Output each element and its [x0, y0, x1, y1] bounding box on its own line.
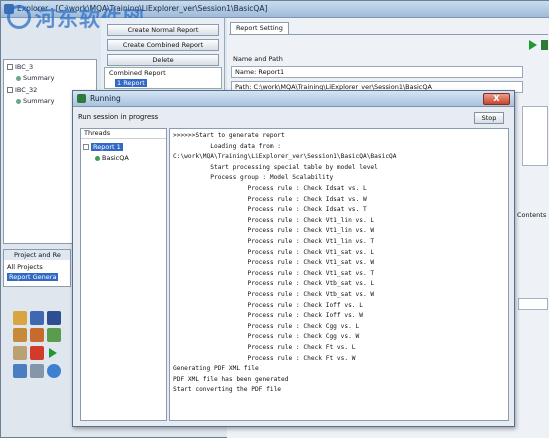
- log-line: Process rule : Check Idsat vs. L: [173, 185, 367, 192]
- run-status-text: Run session in progress: [78, 113, 159, 121]
- log-line: Loading data from :: [173, 142, 282, 150]
- close-button[interactable]: X: [483, 93, 510, 105]
- tree-item-summary[interactable]: Summary: [16, 97, 54, 107]
- report-node-selected[interactable]: 1 Report: [115, 79, 147, 87]
- edit-icon[interactable]: [13, 346, 27, 360]
- log-line: Process rule : Check Cgg vs. L: [173, 322, 360, 330]
- report-generate-item[interactable]: Report Genera: [7, 273, 59, 281]
- all-projects-item[interactable]: All Projects: [7, 263, 43, 271]
- log-line: Process rule : Check Vtb_sat vs. W: [173, 291, 375, 298]
- log-line: Process rule : Check Ioff vs. L: [173, 301, 364, 309]
- log-line: Process rule : Check Vt1_lin vs. W: [173, 227, 375, 235]
- log-line: Process rule : Check Vt1_lin vs. T: [173, 238, 375, 245]
- settings-icon[interactable]: [30, 364, 44, 378]
- dialog-title: Running: [90, 94, 121, 103]
- main-title-bar: Explorer - [C:\work\MQA\Training\LiExplo…: [1, 1, 549, 18]
- log-line: Start converting the PDF file: [173, 386, 282, 394]
- log-line: C:\work\MQA\Training\LiExplorer_ver\Sess…: [173, 153, 397, 161]
- report-name-field[interactable]: Name: Report1: [231, 66, 523, 78]
- log-line: Process rule : Check Ft vs. W: [173, 354, 356, 362]
- log-line: Generating PDF XML file: [173, 365, 259, 373]
- tree-item-summary[interactable]: Summary: [16, 74, 54, 84]
- combined-report-node[interactable]: Combined Report: [109, 69, 166, 77]
- log-output[interactable]: >>>>>>Start to generate report Loading d…: [169, 128, 509, 421]
- log-line: Process group : Model Scalability: [173, 174, 334, 182]
- log-line: Process rule : Check Idsat vs. W: [173, 195, 367, 203]
- side-field[interactable]: [518, 298, 548, 310]
- save-icon[interactable]: [30, 311, 44, 325]
- thread-node-icon: [95, 155, 100, 161]
- cut-icon[interactable]: [13, 328, 27, 342]
- project-panel-header: Project and Re: [4, 250, 70, 260]
- add-icon[interactable]: [47, 328, 61, 342]
- side-label: Contents: [517, 211, 547, 219]
- threads-panel: Threads Report 1 BasicQA: [80, 128, 167, 421]
- node-icon: [16, 98, 21, 104]
- combined-report-list[interactable]: Combined Report 1 Report: [104, 67, 222, 89]
- stop-button[interactable]: Stop: [474, 112, 504, 124]
- threads-header: Threads: [81, 129, 166, 139]
- running-dialog: Running X Run session in progress Stop T…: [72, 90, 515, 427]
- run-icon[interactable]: [49, 348, 57, 358]
- delete-icon[interactable]: [30, 346, 44, 360]
- log-line: Process rule : Check Ioff vs. W: [173, 312, 364, 320]
- log-line: Process rule : Check Vt1_sat vs. T: [173, 269, 375, 277]
- create-combined-report-button[interactable]: Create Combined Report: [107, 39, 219, 51]
- collapse-icon[interactable]: [7, 64, 13, 70]
- stop-icon[interactable]: [541, 40, 548, 50]
- name-path-label: Name and Path: [233, 55, 283, 63]
- save-all-icon[interactable]: [47, 311, 61, 325]
- log-line: Process rule : Check Vt1_sat vs. L: [173, 248, 375, 256]
- run-icon[interactable]: [529, 40, 537, 50]
- node-icon: [16, 75, 21, 81]
- folder-open-icon[interactable]: [13, 311, 27, 325]
- dialog-icon: [77, 94, 86, 103]
- log-line: Process rule : Check Cgg vs. W: [173, 333, 360, 341]
- tab-report-setting[interactable]: Report Setting: [230, 22, 289, 34]
- thread-item-basicqa[interactable]: BasicQA: [95, 154, 129, 162]
- create-normal-report-button[interactable]: Create Normal Report: [107, 24, 219, 36]
- log-line: Process rule : Check Ft vs. L: [173, 344, 356, 351]
- log-line: Process rule : Check Vt1_sat vs. W: [173, 259, 375, 267]
- watermark-logo-icon: [7, 5, 31, 29]
- tree-item-ibc3[interactable]: IBC_3: [7, 63, 33, 73]
- side-panel: [522, 106, 548, 166]
- tree-item-ibc32[interactable]: IBC_32: [7, 86, 37, 96]
- copy-icon[interactable]: [30, 328, 44, 342]
- delete-button[interactable]: Delete: [107, 54, 219, 66]
- help-icon[interactable]: [47, 364, 61, 378]
- log-line: Process rule : Check Vt1_lin vs. L: [173, 216, 375, 224]
- thread-item-report[interactable]: Report 1: [83, 143, 123, 151]
- project-report-panel: Project and Re All Projects Report Gener…: [3, 249, 71, 287]
- collapse-icon[interactable]: [7, 87, 13, 93]
- main-title-text: Explorer - [C:\work\MQA\Training\LiExplo…: [17, 4, 268, 13]
- log-line: PDF XML file has been generated: [173, 375, 289, 383]
- log-line: >>>>>>Start to generate report: [173, 132, 285, 139]
- dialog-title-bar: Running X: [73, 91, 514, 107]
- view-icon[interactable]: [13, 364, 27, 378]
- log-line: Process rule : Check Vtb_sat vs. L: [173, 280, 375, 288]
- log-line: Process rule : Check Idsat vs. T: [173, 206, 367, 214]
- log-line: Start processing special table by model …: [173, 163, 378, 171]
- collapse-icon[interactable]: [83, 144, 89, 150]
